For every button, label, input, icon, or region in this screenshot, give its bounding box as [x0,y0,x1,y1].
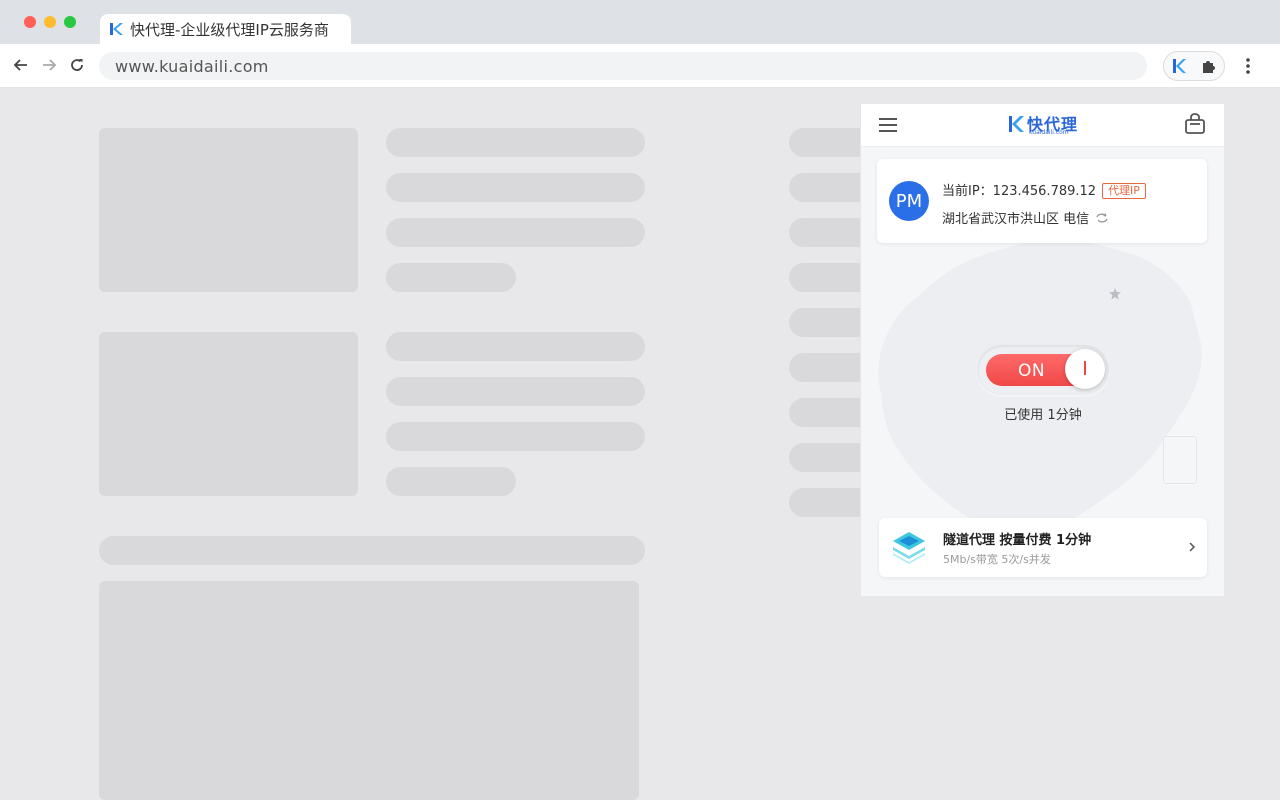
current-ip: 当前IP：123.456.789.12 代理IP [942,180,1146,199]
used-time: 已使用 1分钟 [861,404,1224,423]
popup-header: 快代理 kuaidaili.com [861,104,1224,147]
skeleton-line [386,218,645,247]
skeleton-line [386,467,516,496]
minimize-window-button[interactable] [44,16,56,28]
plan-title: 隧道代理 按量付费 1分钟 [943,529,1091,548]
close-window-button[interactable] [24,16,36,28]
url-text: www.kuaidaili.com [115,57,269,76]
reload-icon [69,57,85,73]
south-sea-inset [1163,436,1197,484]
skeleton-line [386,263,516,292]
skeleton-block [99,581,639,800]
tab-title: 快代理-企业级代理IP云服务商 [130,19,329,40]
proxy-ip-badge: 代理IP [1102,183,1146,199]
browser-toolbar: www.kuaidaili.com [0,44,1280,88]
skeleton-line [386,377,645,406]
skeleton-line [99,536,645,565]
hamburger-icon[interactable] [878,115,898,135]
knob-mark [1084,361,1086,375]
reload-button[interactable] [68,56,86,74]
brand-domain: kuaidaili.com [1029,129,1069,136]
skeleton-line [386,422,645,451]
kebab-menu-icon[interactable] [1240,56,1256,76]
skeleton-line [386,128,645,157]
forward-button[interactable] [40,56,58,74]
tab-bar: 快代理-企业级代理IP云服务商 [0,0,1280,44]
toggle-knob[interactable] [1065,349,1105,389]
extension-popup: 快代理 kuaidaili.com PM 当前IP：123.456.789.12… [860,104,1224,596]
avatar: PM [889,181,929,221]
plan-subtitle: 5Mb/s带宽 5次/s并发 [943,551,1051,567]
proxy-toggle[interactable]: ON [977,345,1109,395]
puzzle-icon[interactable] [1200,57,1218,75]
skeleton-image [99,128,358,292]
location-text: 湖北省武汉市洪山区 电信 [942,208,1089,227]
skeleton-line [386,173,645,202]
refresh-icon[interactable] [1095,211,1109,225]
maximize-window-button[interactable] [64,16,76,28]
plan-card[interactable]: 隧道代理 按量付费 1分钟 5Mb/s带宽 5次/s并发 [879,518,1207,577]
ip-location: 湖北省武汉市洪山区 电信 [942,208,1109,227]
star-icon [1109,288,1121,300]
back-arrow-icon [13,57,29,73]
browser-tab[interactable]: 快代理-企业级代理IP云服务商 [100,14,351,44]
layers-icon [891,530,927,564]
back-button[interactable] [12,56,30,74]
forward-arrow-icon [41,57,57,73]
cart-icon[interactable] [1183,112,1207,136]
kuaidaili-extension-icon[interactable] [1170,57,1188,75]
current-ip-card: PM 当前IP：123.456.789.12 代理IP 湖北省武汉市洪山区 电信 [877,159,1207,243]
extensions-group [1163,51,1225,81]
ip-text: 当前IP：123.456.789.12 [942,184,1096,199]
skeleton-image [99,332,358,496]
kuaidaili-logo-icon [108,21,124,37]
chevron-right-icon [1187,540,1197,554]
address-bar[interactable]: www.kuaidaili.com [99,52,1147,80]
skeleton-line [386,332,645,361]
toggle-state-label: ON [1018,361,1045,381]
